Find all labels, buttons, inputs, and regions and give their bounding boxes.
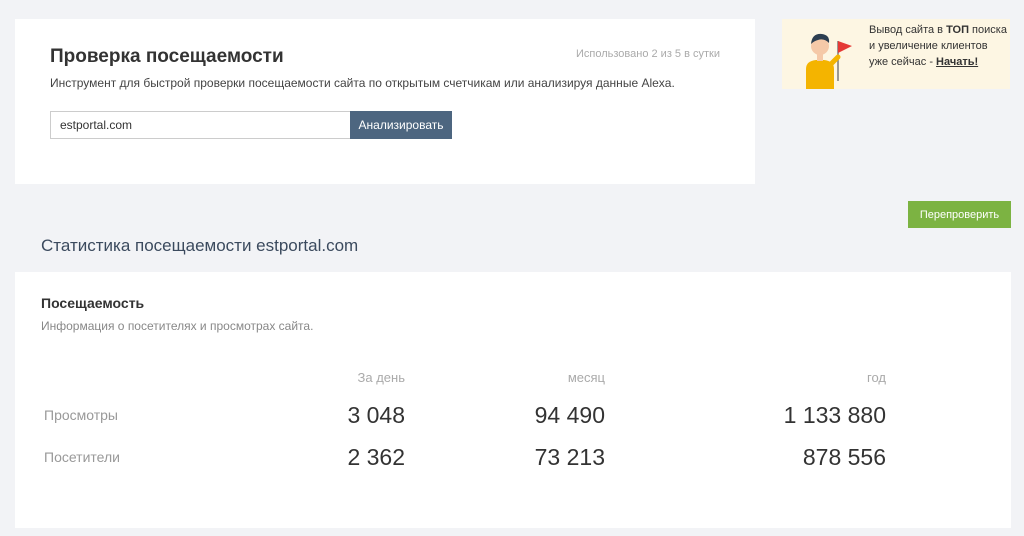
search-row: Анализировать — [50, 111, 452, 139]
tool-description: Инструмент для быстрой проверки посещаем… — [50, 76, 675, 90]
column-header-day: За день — [357, 370, 405, 385]
stats-panel: Посещаемость Информация о посетителях и … — [15, 272, 1011, 528]
promo-banner[interactable]: Вывод сайта в ТОП поиска и увеличение кл… — [782, 19, 1010, 89]
check-panel: Проверка посещаемости Использовано 2 из … — [15, 19, 755, 184]
promo-text-part: Вывод сайта в — [869, 24, 947, 36]
visitors-year-value: 878 556 — [802, 444, 886, 470]
promo-text: Вывод сайта в ТОП поиска и увеличение кл… — [869, 22, 1007, 70]
section-title: Посещаемость — [41, 295, 145, 311]
views-day-value: 3 048 — [347, 402, 405, 428]
analyze-button[interactable]: Анализировать — [350, 111, 452, 139]
stats-heading: Статистика посещаемости estportal.com — [41, 236, 359, 255]
row-label-views: Просмотры — [44, 407, 118, 423]
promo-start-link[interactable]: Начать! — [936, 56, 978, 68]
section-subtitle: Информация о посетителях и просмотрах са… — [41, 319, 314, 333]
page: Проверка посещаемости Использовано 2 из … — [0, 0, 1024, 536]
column-header-month: месяц — [567, 370, 605, 385]
visitors-month-value: 73 213 — [534, 444, 605, 470]
domain-input[interactable] — [50, 111, 350, 139]
visitors-day-value: 2 362 — [347, 444, 405, 470]
promo-text-bold: ТОП — [946, 24, 969, 36]
person-with-flag-icon — [782, 19, 860, 89]
views-year-value: 1 133 880 — [783, 402, 886, 428]
column-header-year: год — [867, 370, 886, 385]
usage-counter: Использовано 2 из 5 в сутки — [576, 48, 720, 60]
row-label-visitors: Посетители — [44, 449, 120, 465]
page-title: Проверка посещаемости — [50, 46, 284, 67]
recheck-button[interactable]: Перепроверить — [908, 201, 1011, 228]
views-month-value: 94 490 — [534, 402, 605, 428]
